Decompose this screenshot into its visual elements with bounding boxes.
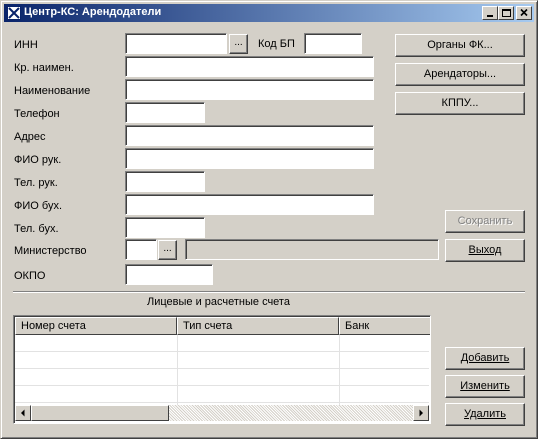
scroll-thumb[interactable]: [31, 405, 169, 421]
window: Центр-КС: Арендодатели ИНН ... Код БП Кр…: [0, 0, 538, 439]
accounts-grid[interactable]: Номер счета Тип счета Банк: [13, 315, 431, 424]
accountant-name-input[interactable]: [125, 194, 374, 215]
add-account-button[interactable]: Добавить: [445, 347, 525, 370]
inn-label: ИНН: [14, 39, 38, 51]
address-label: Адрес: [14, 131, 46, 143]
scroll-right-button[interactable]: [413, 405, 429, 421]
short-name-input[interactable]: [125, 56, 374, 77]
tenants-button[interactable]: Арендаторы...: [395, 63, 525, 86]
app-icon: [7, 6, 21, 20]
organs-fk-button[interactable]: Органы ФК...: [395, 34, 525, 57]
kod-bp-label: Код БП: [258, 38, 295, 50]
minimize-icon: [487, 15, 493, 17]
phone-input[interactable]: [125, 102, 205, 123]
title-bar[interactable]: Центр-КС: Арендодатели: [4, 4, 534, 22]
exit-button[interactable]: Выход: [445, 239, 525, 262]
table-row[interactable]: [15, 335, 429, 352]
address-input[interactable]: [125, 125, 374, 146]
close-icon: [520, 8, 528, 17]
column-header-account-type[interactable]: Тип счета: [177, 317, 339, 335]
accountant-phone-label: Тел. бух.: [14, 223, 59, 235]
name-label: Наименование: [14, 85, 91, 97]
head-phone-label: Тел. рук.: [14, 177, 58, 189]
kppu-button[interactable]: КППУ...: [395, 92, 525, 115]
head-name-label: ФИО рук.: [14, 154, 62, 166]
column-header-account-number[interactable]: Номер счета: [15, 317, 177, 335]
table-row[interactable]: [15, 369, 429, 386]
maximize-icon: [502, 9, 511, 17]
ministry-label: Министерство: [14, 245, 87, 257]
arrow-left-icon: [21, 409, 25, 417]
accountant-phone-input[interactable]: [125, 217, 205, 238]
short-name-label: Кр. наимен.: [14, 62, 74, 74]
window-title: Центр-КС: Арендодатели: [24, 6, 162, 18]
inn-lookup-button[interactable]: ...: [229, 34, 248, 54]
table-row[interactable]: [15, 352, 429, 369]
column-divider: [339, 335, 340, 405]
maximize-button[interactable]: [498, 6, 514, 20]
phone-label: Телефон: [14, 108, 60, 120]
table-row[interactable]: [15, 386, 429, 403]
scroll-left-button[interactable]: [15, 405, 31, 421]
close-button[interactable]: [516, 6, 532, 20]
column-header-bank[interactable]: Банк: [339, 317, 430, 335]
head-name-input[interactable]: [125, 148, 374, 169]
accountant-name-label: ФИО бух.: [14, 200, 62, 212]
kod-bp-input[interactable]: [304, 33, 362, 54]
ministry-lookup-button[interactable]: ...: [158, 240, 177, 260]
save-button[interactable]: Сохранить: [445, 210, 525, 233]
okpo-input[interactable]: [125, 264, 213, 285]
ministry-code-input[interactable]: [125, 239, 157, 260]
horizontal-scrollbar[interactable]: [15, 405, 429, 421]
inn-input[interactable]: [125, 33, 227, 54]
okpo-label: ОКПО: [14, 270, 46, 282]
name-input[interactable]: [125, 79, 374, 100]
accounts-section-title: Лицевые и расчетные счета: [147, 296, 290, 308]
separator: [13, 291, 525, 293]
column-divider: [177, 335, 178, 405]
head-phone-input[interactable]: [125, 171, 205, 192]
delete-account-button[interactable]: Удалить: [445, 403, 525, 426]
edit-account-button[interactable]: Изменить: [445, 375, 525, 398]
arrow-right-icon: [419, 409, 423, 417]
ministry-name-field: [185, 239, 439, 260]
minimize-button[interactable]: [482, 6, 498, 20]
